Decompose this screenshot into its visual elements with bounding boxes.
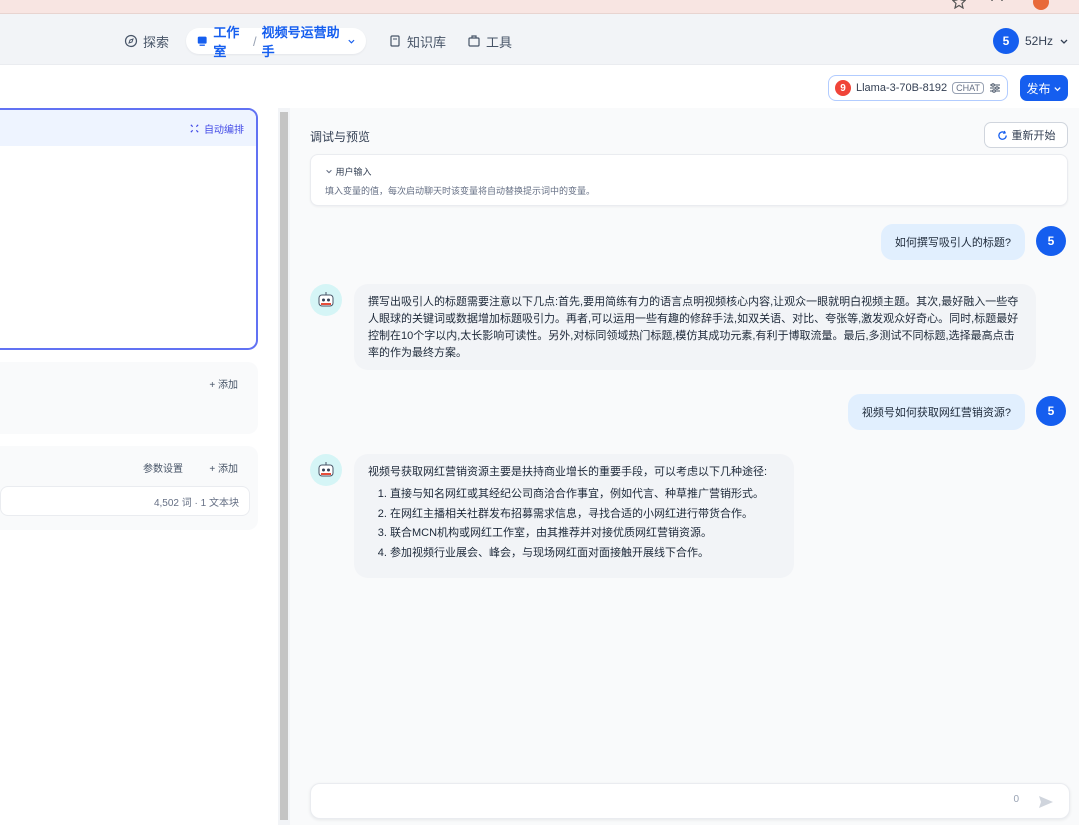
- orchestrate-panel: 自动编排 + 添加 参数设置 + 添加 4,502 词 · 1 文本块: [0, 108, 278, 825]
- user-message-bubble: 视频号如何获取网红营销资源?: [847, 394, 1025, 430]
- chevron-down-icon[interactable]: [347, 36, 356, 46]
- chat-input[interactable]: 0: [310, 783, 1070, 819]
- context-section: 参数设置 + 添加 4,502 词 · 1 文本块: [0, 446, 258, 530]
- add-variable-button[interactable]: + 添加: [209, 376, 238, 391]
- sliders-icon[interactable]: [989, 82, 1001, 94]
- restart-button[interactable]: 重新开始: [984, 122, 1068, 148]
- user-message-bubble: 如何撰写吸引人的标题?: [880, 224, 1025, 260]
- nav-explore-label: 探索: [143, 34, 170, 50]
- breadcrumb-separator: /: [252, 33, 257, 49]
- chevron-down-icon: [326, 169, 332, 174]
- add-context-button[interactable]: + 添加: [209, 460, 238, 475]
- nav-explore[interactable]: 探索: [124, 28, 169, 54]
- debug-title: 调试与预览: [310, 130, 371, 144]
- extension-icon[interactable]: [990, 0, 1004, 9]
- bot-message-bubble: 视频号获取网红营销资源主要是扶持商业增长的重要手段，可以考虑以下几种途径: 直接…: [354, 454, 794, 578]
- list-item: 直接与知名网红或其经纪公司商洽合作事宜，例如代言、种草推广营销形式。: [390, 485, 780, 505]
- panel-scrollbar-thumb[interactable]: [280, 112, 288, 820]
- top-navigation: 探索 工作室 / 视频号运营助手 知识库 工具 5 52Hz: [0, 14, 1079, 64]
- nav-knowledge-label: 知识库: [407, 34, 447, 50]
- list-item: 联合MCN机构或网红工作室，由其推荐并对接优质网红营销资源。: [390, 524, 780, 544]
- model-selector[interactable]: 9 Llama-3-70B-8192 CHAT: [828, 75, 1008, 101]
- magic-wand-icon: [190, 123, 199, 133]
- knowledge-item-meta: 4,502 词 · 1 文本块: [153, 497, 239, 509]
- send-icon[interactable]: [1037, 793, 1055, 811]
- nav-studio-breadcrumb[interactable]: 工作室 / 视频号运营助手: [186, 25, 366, 59]
- refresh-icon: [997, 130, 1007, 140]
- nav-tools[interactable]: 工具: [467, 28, 512, 54]
- debug-preview-panel: 调试与预览 重新开始 用户输入 填入变量的值，每次启动聊天时该变量将自动替换提示…: [290, 108, 1079, 825]
- browser-chrome-strip: [0, 0, 1079, 14]
- compass-icon: [124, 34, 138, 48]
- book-icon: [390, 35, 400, 47]
- user-avatar[interactable]: 5: [992, 28, 1019, 54]
- publish-label: 发布: [1026, 81, 1051, 96]
- chevron-down-icon: [1053, 86, 1061, 91]
- user-message: 如何撰写吸引人的标题?: [880, 224, 1025, 260]
- char-count: 0: [1013, 794, 1019, 805]
- variables-section: + 添加: [0, 362, 258, 434]
- model-name: Llama-3-70B-8192: [856, 82, 948, 94]
- studio-icon: [197, 36, 207, 46]
- bot-message-list: 直接与知名网红或其经纪公司商洽合作事宜，例如代言、种草推广营销形式。 在网红主播…: [368, 485, 780, 563]
- list-item: 在网红主播相关社群发布招募需求信息，寻找合适的小网红进行带货合作。: [390, 505, 780, 525]
- user-avatar: 5: [1036, 226, 1066, 256]
- user-message: 视频号如何获取网红营销资源?: [847, 394, 1025, 430]
- knowledge-item[interactable]: 4,502 词 · 1 文本块: [0, 486, 250, 516]
- prompt-editor-header: 自动编排: [0, 110, 256, 146]
- restart-label: 重新开始: [1011, 130, 1056, 142]
- publish-button[interactable]: 发布: [1020, 75, 1068, 101]
- nav-studio-label[interactable]: 工作室: [213, 22, 248, 60]
- user-menu[interactable]: 5 52Hz: [992, 28, 1069, 54]
- chevron-down-icon[interactable]: [1059, 36, 1069, 46]
- nav-tools-label: 工具: [486, 34, 513, 50]
- user-input-variables: 用户输入 填入变量的值，每次启动聊天时该变量将自动替换提示词中的变量。: [310, 154, 1068, 206]
- bot-message-bubble: 撰写出吸引人的标题需要注意以下几点:首先,要用简练有力的语言点明视频核心内容,让…: [354, 284, 1036, 370]
- param-settings-button[interactable]: 参数设置: [143, 460, 183, 475]
- app-name-label[interactable]: 视频号运营助手: [262, 22, 343, 60]
- bot-avatar-icon: [310, 284, 342, 316]
- auto-write-button[interactable]: 自动编排: [204, 121, 244, 136]
- user-input-description: 填入变量的值，每次启动聊天时该变量将自动替换提示词中的变量。: [325, 186, 596, 196]
- model-provider-badge: 9: [835, 80, 851, 96]
- app-toolbar: 9 Llama-3-70B-8192 CHAT 发布: [0, 64, 1079, 108]
- toolbox-icon: [468, 35, 480, 47]
- user-name[interactable]: 52Hz: [1025, 34, 1053, 48]
- star-icon[interactable]: [952, 0, 966, 9]
- user-input-toggle[interactable]: 用户输入: [325, 165, 372, 178]
- model-mode-tag: CHAT: [952, 82, 984, 94]
- nav-knowledge[interactable]: 知识库: [388, 28, 446, 54]
- bot-avatar-icon: [310, 454, 342, 486]
- browser-profile-avatar[interactable]: [1033, 0, 1049, 10]
- prompt-editor[interactable]: 自动编排: [0, 108, 258, 350]
- bot-message-intro: 视频号获取网红营销资源主要是扶持商业增长的重要手段，可以考虑以下几种途径:: [368, 466, 768, 478]
- user-input-title: 用户输入: [335, 167, 372, 177]
- user-avatar: 5: [1036, 396, 1066, 426]
- list-item: 参加视频行业展会、峰会，与现场网红面对面接触开展线下合作。: [390, 544, 780, 564]
